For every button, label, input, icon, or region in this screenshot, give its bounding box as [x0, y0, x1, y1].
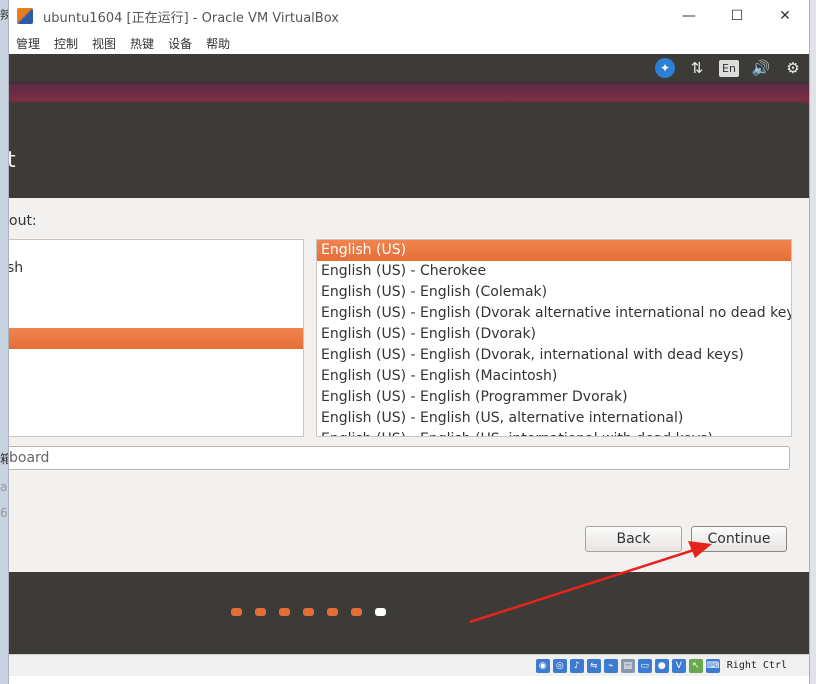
- selected-layout-row[interactable]: [9, 328, 303, 349]
- virtualbox-window: ubuntu1604 [正在运行] - Oracle VM VirtualBox…: [8, 0, 810, 684]
- installer-title: t: [9, 148, 16, 173]
- menu-help[interactable]: 帮助: [199, 35, 237, 52]
- minimize-button[interactable]: —: [665, 0, 713, 32]
- menu-hotkeys[interactable]: 热键: [123, 35, 161, 52]
- variant-list-item[interactable]: English (US) - English (Dvorak): [317, 324, 791, 345]
- variant-list-item[interactable]: English (US) - English (Dvorak alternati…: [317, 303, 791, 324]
- mouse-integration-icon[interactable]: ↖: [688, 658, 703, 673]
- test-keyboard-placeholder: board: [9, 450, 50, 466]
- menu-bar: 管理 控制 视图 热键 设备 帮助: [9, 32, 809, 54]
- keyboard-language-indicator[interactable]: En: [719, 59, 739, 77]
- variant-list-item[interactable]: English (US) - Cherokee: [317, 261, 791, 282]
- network-icon[interactable]: ⇅: [687, 59, 707, 77]
- progress-dot: [351, 608, 362, 616]
- variant-list-item[interactable]: English (US) - English (Programmer Dvora…: [317, 387, 791, 408]
- progress-dot: [375, 608, 386, 616]
- status-bar: ◉ ◎ ♪ ⇋ ⌁ ▤ ▭ ● V ↖ ⌨ Right Ctrl: [9, 654, 809, 676]
- keyboard-icon[interactable]: ⌨: [705, 658, 720, 673]
- menu-devices[interactable]: 设备: [161, 35, 199, 52]
- installer-body: out: sh English (US)English (US) - Chero…: [9, 198, 809, 572]
- volume-icon[interactable]: 🔊: [751, 59, 771, 77]
- variant-list-item[interactable]: English (US) - English (US, internationa…: [317, 429, 791, 436]
- window-title: ubuntu1604 [正在运行] - Oracle VM VirtualBox: [43, 10, 339, 26]
- video-capture-icon[interactable]: ●: [654, 658, 669, 673]
- title-bar: ubuntu1604 [正在运行] - Oracle VM VirtualBox…: [9, 0, 809, 32]
- desktop-text-fragment: a: [0, 480, 8, 494]
- display-icon[interactable]: ▭: [637, 658, 652, 673]
- variant-list[interactable]: English (US) English (US) - Cherokee Engli…: [316, 239, 792, 437]
- gear-icon[interactable]: ⚙: [783, 59, 803, 77]
- guest-screen: ✦ ⇅ En 🔊 ⚙ t out: sh English (US)English…: [9, 54, 809, 654]
- progress-dots: [231, 608, 386, 616]
- variant-list-item[interactable]: English (US) - English (Dvorak, internat…: [317, 345, 791, 366]
- usb-icon[interactable]: ⌁: [603, 658, 618, 673]
- menu-control[interactable]: 控制: [47, 35, 85, 52]
- installer-dialog: t out: sh English (US)English (US) - Che…: [9, 102, 809, 654]
- list-item[interactable]: sh: [9, 260, 23, 276]
- hard-disk-icon[interactable]: ◉: [535, 658, 550, 673]
- layout-label: out:: [9, 213, 37, 229]
- progress-dot: [231, 608, 242, 616]
- maximize-button[interactable]: ☐: [713, 0, 761, 32]
- progress-dot: [255, 608, 266, 616]
- menu-manage[interactable]: 管理: [9, 35, 47, 52]
- desktop-text-fragment: 6: [0, 506, 8, 520]
- audio-icon[interactable]: ♪: [569, 658, 584, 673]
- virtualization-icon[interactable]: V: [671, 658, 686, 673]
- variant-list-item[interactable]: English (US) - English (US, alternative …: [317, 408, 791, 429]
- progress-dot: [303, 608, 314, 616]
- variant-list-item[interactable]: English (US) - English (Macintosh): [317, 366, 791, 387]
- progress-dot: [279, 608, 290, 616]
- test-keyboard-field[interactable]: board: [9, 446, 790, 470]
- menu-view[interactable]: 视图: [85, 35, 123, 52]
- variant-list-item[interactable]: English (US) - English (Colemak): [317, 282, 791, 303]
- network-adapter-icon[interactable]: ⇋: [586, 658, 601, 673]
- ubuntu-top-panel: ✦ ⇅ En 🔊 ⚙: [9, 54, 809, 82]
- accessibility-icon[interactable]: ✦: [655, 58, 675, 78]
- host-key-label: Right Ctrl: [726, 660, 787, 671]
- progress-dot: [327, 608, 338, 616]
- back-button[interactable]: Back: [585, 526, 682, 552]
- virtualbox-logo-icon: [17, 8, 33, 24]
- desktop-strip: 辣 箱 a 6: [0, 0, 12, 684]
- installer-footer: [9, 572, 809, 654]
- continue-button[interactable]: Continue: [691, 526, 787, 552]
- close-button[interactable]: ✕: [761, 0, 809, 32]
- installer-header: t: [9, 102, 809, 198]
- variant-list-item[interactable]: English (US): [317, 240, 791, 261]
- layout-list[interactable]: sh: [9, 239, 304, 437]
- optical-drive-icon[interactable]: ◎: [552, 658, 567, 673]
- shared-folder-icon[interactable]: ▤: [620, 658, 635, 673]
